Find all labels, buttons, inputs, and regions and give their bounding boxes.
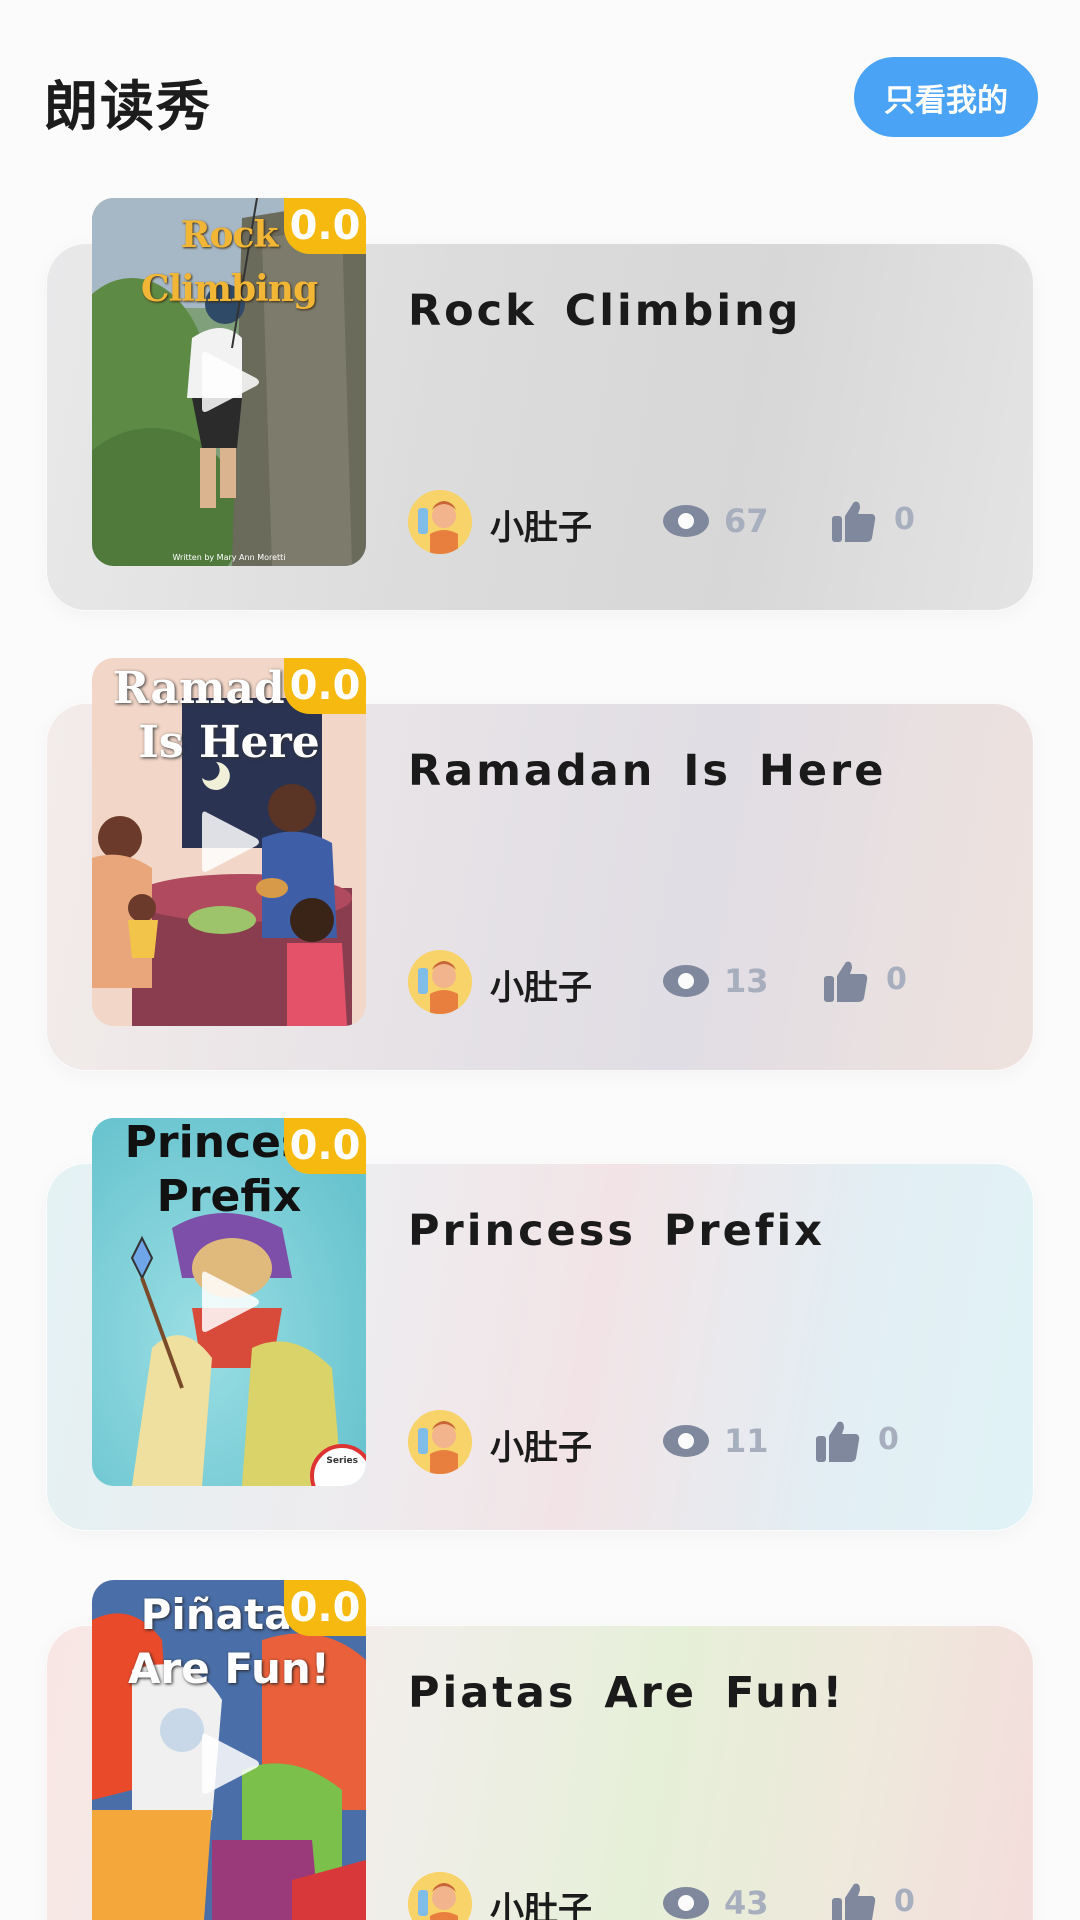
user-avatar[interactable] (408, 950, 472, 1014)
meta-row: 小肚子 11 0 (408, 1410, 1008, 1474)
score-badge: 0.0 (284, 198, 366, 254)
eye-icon (663, 1425, 709, 1457)
page-title: 朗读秀 (44, 75, 212, 138)
user-avatar[interactable] (408, 1872, 472, 1920)
only-mine-button[interactable]: 只看我的 (854, 57, 1038, 137)
book-title: Piatas Are Fun! (408, 1668, 846, 1718)
book-title: Rock Climbing (408, 286, 802, 336)
view-count: 67 (724, 502, 769, 540)
like-count: 0 (878, 1422, 899, 1457)
eye-icon (663, 965, 709, 997)
view-count: 11 (724, 1422, 769, 1460)
meta-row: 小肚子 13 0 (408, 950, 1008, 1014)
play-icon[interactable] (196, 346, 262, 418)
like-count: 0 (894, 1884, 915, 1919)
user-avatar[interactable] (408, 490, 472, 554)
meta-row: 小肚子 43 0 (408, 1872, 1008, 1920)
reading-card[interactable]: Rock Climbing Written by Mary Ann Morett… (0, 198, 1080, 611)
user-name: 小肚子 (490, 508, 592, 548)
score-badge: 0.0 (284, 658, 366, 714)
cover-series-badge: Series (326, 1456, 358, 1466)
thumbs-up-icon[interactable] (832, 1880, 876, 1920)
eye-icon (663, 1887, 709, 1919)
book-cover[interactable]: Piñatas Are Fun! 0.0 (92, 1580, 366, 1920)
cover-credit: Written by Mary Ann Moretti (172, 553, 286, 562)
eye-icon (663, 505, 709, 537)
view-count: 13 (724, 962, 769, 1000)
user-avatar[interactable] (408, 1410, 472, 1474)
play-icon[interactable] (196, 1728, 262, 1800)
book-title: Princess Prefix (408, 1206, 825, 1256)
score-badge: 0.0 (284, 1118, 366, 1174)
reading-show-page: 朗读秀 只看我的 Rock Climbing Written by Mary A… (0, 0, 1080, 1920)
book-cover[interactable]: Ramadan Is Here 0.0 (92, 658, 366, 1026)
book-cover[interactable]: Rock Climbing Written by Mary Ann Morett… (92, 198, 366, 566)
thumbs-up-icon[interactable] (816, 1418, 860, 1462)
reading-card[interactable]: Piñatas Are Fun! 0.0 Piatas Are Fun! 小肚子 (0, 1580, 1080, 1920)
like-count: 0 (886, 962, 907, 997)
play-icon[interactable] (196, 806, 262, 878)
book-title: Ramadan Is Here (408, 746, 887, 796)
like-count: 0 (894, 502, 915, 537)
reading-card[interactable]: Princess Prefix Series 0.0 Princess Pref… (0, 1118, 1080, 1531)
book-cover[interactable]: Princess Prefix Series 0.0 (92, 1118, 366, 1486)
user-name: 小肚子 (490, 968, 592, 1008)
meta-row: 小肚子 67 0 (408, 490, 1008, 554)
play-icon[interactable] (196, 1266, 262, 1338)
reading-card[interactable]: Ramadan Is Here 0.0 Ramadan Is Here 小肚子 (0, 658, 1080, 1071)
thumbs-up-icon[interactable] (832, 498, 876, 542)
user-name: 小肚子 (490, 1890, 592, 1920)
thumbs-up-icon[interactable] (824, 958, 868, 1002)
score-badge: 0.0 (284, 1580, 366, 1636)
user-name: 小肚子 (490, 1428, 592, 1468)
view-count: 43 (724, 1884, 769, 1920)
